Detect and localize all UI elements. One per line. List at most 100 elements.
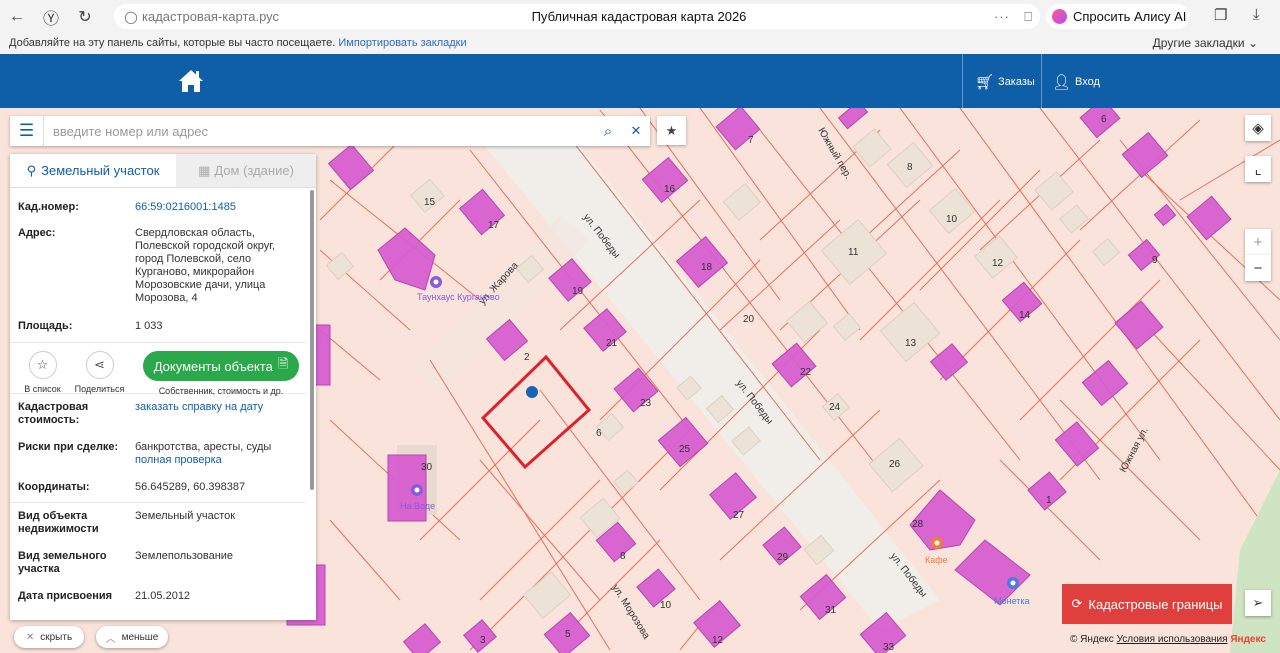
poi-label: Монетка	[994, 596, 1030, 606]
info-row-object-type: Вид объекта недвижимости Земельный участ…	[10, 510, 306, 550]
documents-label: Документы объекта	[153, 358, 273, 374]
hide-label: скрыть	[40, 631, 73, 643]
site-info-icon[interactable]: ◯	[120, 10, 142, 24]
tab-land-label: Земельный участок	[41, 163, 160, 178]
cad-cost-label: Кадастровая стоимость:	[18, 401, 89, 426]
area-label: Площадь:	[18, 320, 73, 332]
orders-button[interactable]: 🛒︎ Заказы	[975, 73, 1035, 91]
parcel-number: 8	[620, 551, 626, 562]
star-outline-icon: ☆	[28, 351, 57, 379]
street-zharova	[410, 215, 590, 395]
document-icon: 🗎	[277, 356, 289, 371]
risks-value: банкротства, аресты, суды	[135, 441, 272, 453]
info-rows: Кад.номер: 66:59:0216001:1485 Адрес: Све…	[10, 189, 306, 610]
reload-icon[interactable]: ↻	[68, 0, 102, 33]
cad-number-label: Кад.номер:	[18, 201, 79, 213]
green-area	[1230, 470, 1280, 653]
land-plot-icon: ⚲	[26, 162, 37, 178]
add-to-list-button[interactable]: ☆ В список	[14, 351, 71, 394]
info-row-date: Дата присвоения 21.05.2012	[10, 590, 306, 610]
address-label: Адрес:	[18, 227, 56, 239]
panel-tabs: ⚲ Земельный участок ▦ Дом (здание)	[10, 154, 316, 188]
parcel-number: 5	[565, 629, 571, 640]
parcel-number: 10	[660, 600, 672, 611]
panel-scrollbar[interactable]	[310, 190, 314, 490]
address-bar[interactable]: ◯ кадастровая-карта.рус Публичная кадаст…	[114, 4, 1040, 29]
tab-land-plot[interactable]: ⚲ Земельный участок	[10, 154, 176, 187]
poi-label: Кафе	[925, 555, 948, 565]
parcel-number: 33	[883, 642, 895, 653]
collections-icon[interactable]: ❐	[1214, 6, 1227, 24]
panel-actions: ☆ В список ⋖ Поделиться Документы объект…	[10, 342, 306, 396]
alice-button[interactable]: Спросить Алису AI	[1046, 4, 1190, 29]
info-row-area: Площадь: 1 033	[10, 320, 306, 342]
parcel-number: 7	[748, 135, 754, 146]
cad-number-value[interactable]: 66:59:0216001:1485	[135, 201, 298, 227]
poi-label: Таунхаус Курганово	[417, 292, 500, 302]
import-bookmarks-link[interactable]: Импортировать закладки	[338, 37, 466, 49]
search-icon[interactable]: ⌕	[594, 123, 622, 140]
parcel-number: 6	[1101, 114, 1107, 125]
parcel-number: 3	[480, 635, 486, 646]
geolocation-icon[interactable]: ➢	[1245, 590, 1271, 616]
bookmark-icon[interactable]: ⎕	[1024, 9, 1032, 25]
poi-label: На Воде	[400, 501, 435, 511]
documents-button[interactable]: Документы объекта 🗎	[143, 351, 299, 381]
parcel-number: 22	[800, 367, 812, 378]
hide-panel-button[interactable]: ✕ скрыть	[14, 626, 84, 648]
ruler-icon[interactable]: ⌞	[1245, 156, 1271, 182]
tab-house-label: Дом (здание)	[214, 163, 294, 178]
close-icon: ✕	[25, 631, 35, 643]
terms-link[interactable]: Условия использования	[1117, 634, 1228, 645]
tab-house[interactable]: ▦ Дом (здание)	[176, 154, 316, 187]
parcel-number: 19	[572, 286, 584, 297]
zoom-in-button[interactable]: +	[1245, 229, 1271, 255]
more-icon[interactable]: ···	[994, 9, 1010, 24]
back-icon[interactable]: ←	[0, 0, 34, 33]
building-icon: ▦	[198, 162, 211, 178]
land-type-label: Вид земельного участка	[18, 550, 107, 575]
cart-icon: 🛒︎	[975, 74, 995, 91]
login-button[interactable]: 👤︎ Вход	[1052, 73, 1100, 91]
street-label: Южный пер.	[815, 126, 853, 181]
layers-icon[interactable]: ◈	[1245, 115, 1271, 141]
cad-cost-link[interactable]: заказать справку на дату	[135, 401, 298, 441]
search-input[interactable]	[44, 123, 594, 139]
cadastral-borders-button[interactable]: ⟳ Кадастровые границы	[1062, 584, 1232, 624]
parcel-number: 29	[777, 552, 789, 563]
share-button[interactable]: ⋖ Поделиться	[71, 351, 128, 394]
menu-icon[interactable]: ☰	[10, 116, 44, 146]
search-bar: ☰ ⌕ ✕	[10, 116, 650, 146]
clear-icon[interactable]: ✕	[622, 123, 650, 139]
site-header: 🛒︎ Заказы 👤︎ Вход	[0, 54, 1280, 108]
parcel-number: 28	[912, 519, 924, 530]
collapse-panel-button[interactable]: ︿ меньше	[96, 626, 168, 648]
yandex-logo-icon[interactable]: Ⓨ	[34, 0, 68, 33]
zoom-out-button[interactable]: −	[1245, 255, 1271, 281]
parcel-number: 25	[679, 444, 691, 455]
parcel-number: 24	[829, 402, 841, 413]
parcel-number: 21	[606, 338, 618, 349]
parcel-number: 6	[596, 428, 602, 439]
chevron-up-icon: ︿	[105, 633, 116, 645]
parcel-number: 9	[1152, 255, 1158, 266]
user-icon: 👤︎	[1052, 74, 1072, 91]
bookmarks-hint: Добавляйте на эту панель сайты, которые …	[9, 37, 336, 49]
parcel-number: 14	[1019, 310, 1031, 321]
login-label: Вход	[1075, 76, 1100, 88]
parcel-number: 8	[907, 162, 913, 173]
home-icon[interactable]	[177, 68, 205, 94]
add-to-list-label: В список	[24, 384, 61, 394]
other-bookmarks[interactable]: Другие закладки ⌄	[1153, 33, 1258, 54]
parcel-number: 17	[488, 220, 500, 231]
info-row-risks: Риски при сделке: банкротства, аресты, с…	[10, 441, 306, 481]
parcel-number: 20	[743, 314, 755, 325]
downloads-icon[interactable]: ⤓	[1253, 6, 1260, 23]
favorites-icon[interactable]: ★	[657, 116, 686, 145]
street-pobedy	[480, 120, 940, 630]
info-row-cad-cost: Кадастровая стоимость: заказать справку …	[10, 401, 306, 441]
selected-parcel[interactable]	[480, 354, 592, 470]
documents-block: Документы объекта 🗎 Собственник, стоимос…	[141, 351, 301, 396]
full-check-link[interactable]: полная проверка	[135, 454, 298, 467]
parcel-number: 16	[664, 184, 676, 195]
